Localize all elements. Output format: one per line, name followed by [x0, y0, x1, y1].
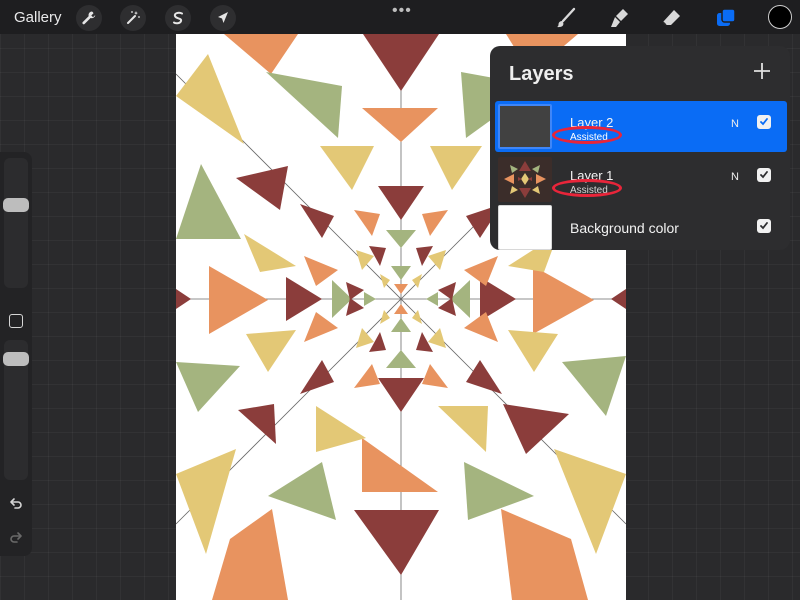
layer-row-layer-2[interactable]: Layer 2 Assisted N — [495, 101, 787, 152]
actions-button[interactable] — [76, 5, 102, 31]
selection-icon — [173, 11, 183, 25]
layers-icon — [717, 8, 736, 26]
blend-mode-button[interactable]: N — [731, 171, 739, 183]
opacity-slider[interactable] — [3, 340, 29, 480]
eraser-tool-button[interactable] — [658, 4, 686, 32]
redo-button[interactable] — [7, 529, 25, 547]
more-options-button[interactable]: ••• — [392, 2, 412, 20]
checkmark-icon — [760, 118, 768, 126]
layer-thumbnail — [498, 157, 552, 202]
layer-row-background-color[interactable]: Background color — [495, 202, 787, 250]
adjustments-button[interactable] — [120, 5, 146, 31]
left-sidebar — [0, 152, 32, 556]
layers-panel: Layers Layer 2 Assisted N Layer 1 Assist… — [490, 46, 790, 250]
selection-button[interactable] — [165, 5, 191, 31]
eraser-icon — [662, 10, 680, 26]
add-layer-button[interactable] — [751, 60, 773, 82]
visibility-checkbox[interactable] — [757, 115, 771, 129]
pattern-thumbnail — [504, 161, 546, 198]
smudge-tool-button[interactable] — [605, 4, 633, 32]
plus-icon — [754, 63, 770, 79]
transform-arrow-icon — [218, 12, 228, 23]
smudge-icon — [611, 9, 628, 27]
background-color-thumbnail — [498, 205, 552, 250]
brush-size-thumb[interactable] — [3, 198, 29, 212]
brush-icon — [557, 7, 576, 28]
layers-panel-title: Layers — [509, 63, 574, 85]
transform-button[interactable] — [210, 5, 236, 31]
wrench-icon — [82, 11, 96, 25]
top-toolbar: Gallery ••• — [0, 0, 800, 34]
color-picker-button[interactable] — [768, 5, 792, 29]
visibility-checkbox[interactable] — [757, 219, 771, 233]
redo-icon — [10, 532, 22, 543]
magic-wand-icon — [127, 11, 140, 24]
layer-name: Background color — [570, 220, 679, 236]
assisted-highlight-annotation — [552, 179, 622, 197]
checkmark-icon — [760, 171, 768, 179]
layer-thumbnail — [498, 104, 552, 149]
modify-button[interactable] — [9, 314, 23, 328]
brush-size-slider[interactable] — [3, 158, 29, 288]
brush-tool-button[interactable] — [552, 4, 580, 32]
layer-row-layer-1[interactable]: Layer 1 Assisted N — [495, 154, 787, 205]
visibility-checkbox[interactable] — [757, 168, 771, 182]
assisted-highlight-annotation — [552, 126, 622, 144]
layers-button[interactable] — [712, 4, 740, 32]
opacity-thumb[interactable] — [3, 352, 29, 366]
blend-mode-button[interactable]: N — [731, 118, 739, 130]
checkmark-icon — [760, 222, 768, 230]
gallery-button[interactable]: Gallery — [14, 9, 62, 26]
undo-button[interactable] — [7, 495, 25, 513]
undo-icon — [10, 498, 22, 509]
